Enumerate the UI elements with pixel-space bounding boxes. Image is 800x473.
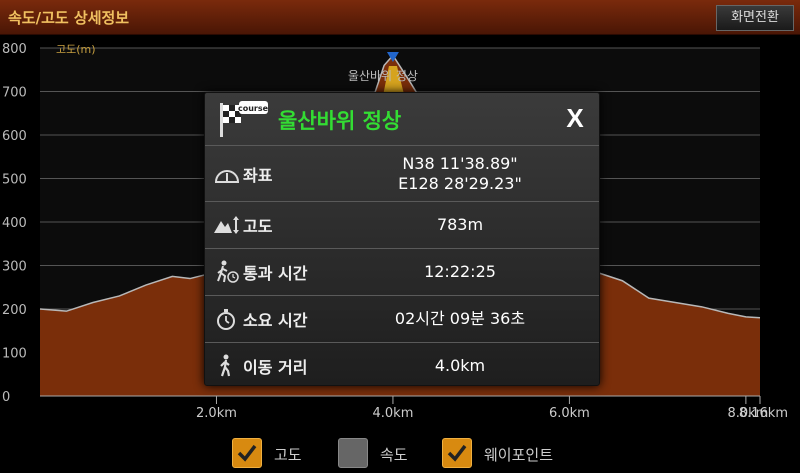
course-flag-icon: course (220, 101, 269, 137)
legend-bar: 고도 속도 웨이포인트 (0, 432, 800, 472)
waypoint-checkbox[interactable] (442, 438, 472, 468)
gauge-icon (214, 169, 240, 183)
altitude-checkbox[interactable] (232, 438, 262, 468)
screen-title: 속도/고도 상세정보 (8, 9, 130, 27)
walker-icon (220, 354, 231, 377)
row-altitude: 고도 783m (205, 201, 599, 248)
y-tick-label: 500 (2, 173, 27, 188)
row-label: 이동 거리 (243, 358, 308, 377)
row-value: 783m (436, 215, 484, 234)
y-tick-label: 100 (2, 347, 27, 362)
altitude-label: 고도 (274, 446, 302, 464)
switch-screen-button[interactable]: 화면전환 (716, 5, 794, 31)
x-tick-label: 2.0km (196, 406, 237, 421)
row-label: 좌표 (243, 165, 273, 185)
x-tick-label: 8.16km (739, 406, 788, 421)
row-value: 12:22:25 (424, 262, 496, 281)
row-pass-time: 통과 시간 12:22:25 (205, 248, 599, 295)
row-distance: 이동 거리 4.0km (205, 342, 599, 389)
row-value: 02시간 09분 36초 (394, 309, 526, 328)
y-tick-label: 600 (2, 129, 27, 144)
y-axis-label: 고도(m) (56, 43, 96, 56)
y-tick-label: 400 (2, 216, 27, 231)
mountain-altitude-icon (214, 216, 239, 234)
popup-title: 울산바위 정상 (278, 109, 402, 133)
row-label: 통과 시간 (243, 264, 308, 283)
x-tick-label: 6.0km (549, 406, 590, 421)
speed-label: 속도 (380, 446, 408, 464)
row-elapsed-time: 소요 시간 02시간 09분 36초 (205, 295, 599, 342)
y-tick-label: 0 (2, 390, 10, 405)
row-value: N38 11'38.89" E128 28'29.23" (325, 154, 595, 194)
info-rows: 좌표 N38 11'38.89" E128 28'29.23" 고도 783m 통… (205, 145, 599, 389)
title-bar: 속도/고도 상세정보 화면전환 (0, 0, 800, 35)
check-icon (447, 444, 467, 462)
speed-checkbox[interactable] (338, 438, 368, 468)
y-tick-label: 300 (2, 260, 27, 275)
waypoint-popup: course 울산바위 정상 X 좌표 N38 11'38.89" E128 28… (204, 92, 600, 386)
popup-header: course 울산바위 정상 X (205, 93, 599, 145)
y-tick-label: 800 (2, 42, 27, 57)
row-value: 4.0km (434, 356, 486, 375)
close-button[interactable]: X (561, 103, 589, 133)
waypoint-label: 울산바위 정상 (348, 69, 418, 83)
row-label: 소요 시간 (243, 311, 308, 330)
y-tick-label: 200 (2, 303, 27, 318)
check-icon (237, 444, 257, 462)
waypoint-label: 웨이포인트 (484, 446, 554, 464)
row-label: 고도 (243, 217, 273, 236)
svg-text:course: course (238, 104, 269, 113)
y-tick-label: 700 (2, 86, 27, 101)
x-tick-label: 4.0km (373, 406, 414, 421)
latitude-value: N38 11'38.89" (402, 153, 518, 173)
hiker-clock-icon (217, 260, 239, 283)
stopwatch-icon (217, 309, 235, 330)
row-coordinates: 좌표 N38 11'38.89" E128 28'29.23" (205, 145, 599, 201)
longitude-value: E128 28'29.23" (398, 173, 522, 193)
